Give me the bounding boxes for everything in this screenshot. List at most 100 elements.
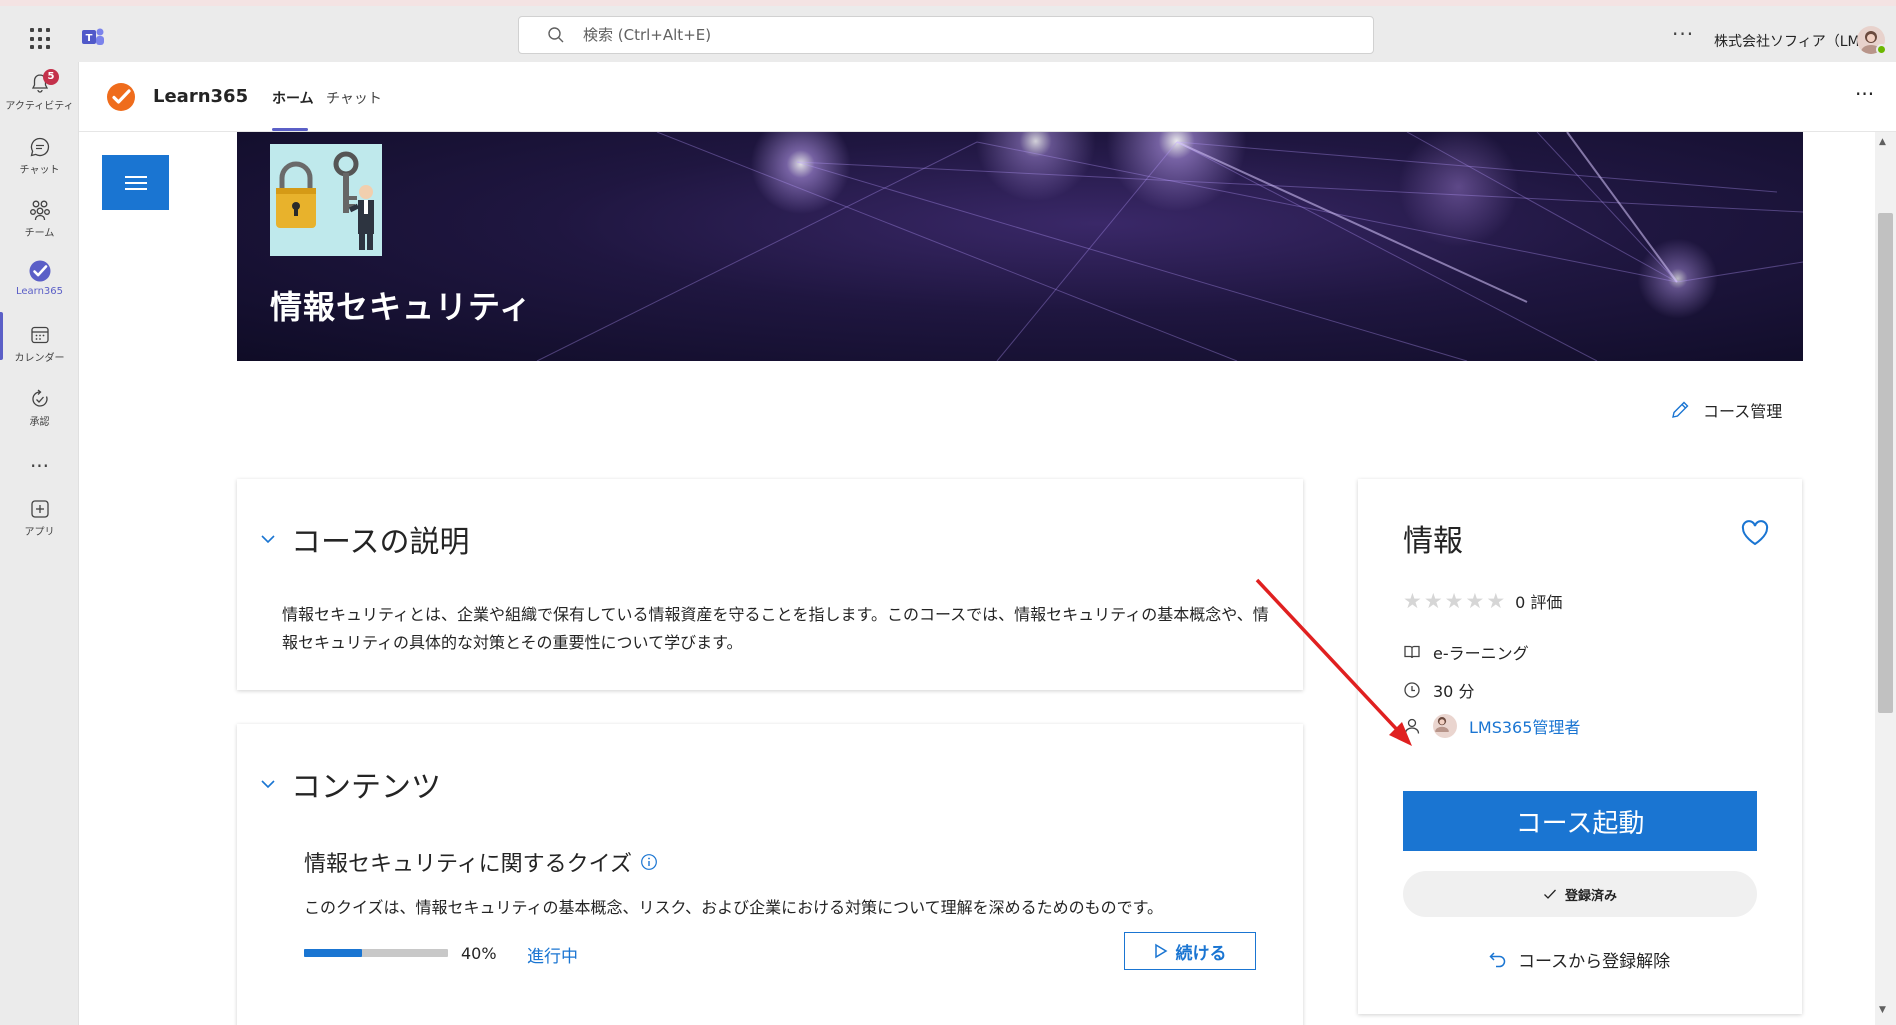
book-icon <box>1404 645 1420 659</box>
description-text: 情報セキュリティとは、企業や組織で保有している情報資産を守ることを指します。この… <box>282 605 1269 652</box>
description-heading: コースの説明 <box>291 525 470 560</box>
org-name[interactable]: 株式会社ソフィア（LM... <box>1714 31 1873 51</box>
star-icon: ★ <box>1423 588 1443 613</box>
menu-bar <box>124 181 147 184</box>
rail-item-chat[interactable]: チャット <box>0 136 79 176</box>
menu-bar <box>124 187 147 190</box>
rail-item-learn365[interactable]: Learn365 <box>0 259 79 297</box>
checkmark-icon <box>1544 889 1556 899</box>
quiz-title-text: 情報セキュリティに関するクイズ <box>304 852 633 877</box>
chevron-down-icon <box>261 780 275 789</box>
settings-more-icon[interactable]: ··· <box>1672 22 1694 46</box>
search-icon <box>548 27 564 43</box>
learn365-logo-icon <box>107 83 135 111</box>
course-duration: 30 分 <box>1433 682 1475 701</box>
active-tab-indicator <box>272 128 308 131</box>
undo-icon <box>1489 951 1506 967</box>
play-icon <box>1154 943 1167 959</box>
rail-label: チーム <box>24 228 55 239</box>
star-icon: ★ <box>1444 588 1464 613</box>
svg-text:T: T <box>86 33 93 44</box>
course-thumbnail <box>270 144 382 256</box>
chat-icon <box>30 137 49 157</box>
enrolled-label: 登録済み <box>1564 888 1617 904</box>
contents-heading: コンテンツ <box>291 770 441 805</box>
unenroll-link[interactable]: コースから登録解除 <box>1488 947 1670 972</box>
app-more-icon[interactable]: ··· <box>1855 82 1874 106</box>
unenroll-label: コースから登録解除 <box>1518 952 1671 972</box>
search-box[interactable] <box>518 16 1374 54</box>
scroll-up-arrow-icon[interactable]: ▲ <box>1879 137 1886 147</box>
course-manage-link[interactable]: コース管理 <box>1669 398 1782 422</box>
description-section-toggle[interactable]: コースの説明 <box>259 517 470 561</box>
apps-add-icon <box>30 500 49 518</box>
rail-item-teams[interactable]: チーム <box>0 199 79 239</box>
top-bar: T ··· 株式会社ソフィア（LM... <box>0 0 1896 62</box>
rail-item-apps[interactable]: アプリ <box>0 498 79 538</box>
rail-label: アクティビティ <box>5 101 74 112</box>
app-launcher-icon[interactable] <box>30 28 52 50</box>
search-input[interactable] <box>583 26 1283 44</box>
teams-logo-icon: T <box>82 28 104 45</box>
rail-item-activity[interactable]: 5 アクティビティ <box>0 69 79 112</box>
course-duration-row: 30 分 <box>1403 678 1474 702</box>
course-type: e-ラーニング <box>1433 644 1529 663</box>
star-icon: ★ <box>1486 588 1506 613</box>
star-icon: ★ <box>1465 588 1485 613</box>
rail-label: チャット <box>19 165 60 176</box>
enrolled-button[interactable]: 登録済み <box>1403 871 1757 917</box>
course-description-card: コースの説明 情報セキュリティとは、企業や組織で保有している情報資産を守ることを… <box>237 479 1303 690</box>
rail-item-approvals[interactable]: 承認 <box>0 388 79 428</box>
continue-button[interactable]: 続ける <box>1124 932 1256 970</box>
learn365-icon <box>29 260 50 282</box>
presence-available-icon <box>1876 44 1887 55</box>
rail-more-icon[interactable]: ··· <box>0 454 79 478</box>
edit-pencil-icon <box>1672 401 1689 418</box>
rail-label: Learn365 <box>15 286 64 297</box>
clock-icon <box>1404 682 1420 698</box>
quiz-progress-percent: 40% <box>461 944 497 963</box>
menu-bar <box>124 175 147 178</box>
rail-label: 承認 <box>29 417 50 428</box>
course-manage-label: コース管理 <box>1703 402 1783 421</box>
rail-item-calendar[interactable]: カレンダー <box>0 324 79 364</box>
chevron-down-icon <box>261 535 275 544</box>
scrollbar-thumb[interactable] <box>1878 213 1893 713</box>
calendar-icon <box>30 326 49 344</box>
course-info-card: 情報 ★ ★ ★ ★ ★ 0 評価 e-ラーニング 30 分 LMS365管理者… <box>1358 479 1802 1014</box>
quiz-progress-fill <box>304 949 362 957</box>
launch-course-button[interactable]: コース起動 <box>1403 791 1757 851</box>
course-owner-row: LMS365管理者 <box>1403 714 1580 738</box>
info-heading: 情報 <box>1403 524 1463 559</box>
tab-home[interactable]: ホーム <box>272 88 314 108</box>
tab-chat[interactable]: チャット <box>326 88 382 108</box>
rail-label: カレンダー <box>14 353 65 364</box>
continue-label: 続ける <box>1175 943 1227 964</box>
activity-badge: 5 <box>43 69 59 85</box>
hamburger-menu-button[interactable] <box>102 155 169 210</box>
course-banner: 情報セキュリティ <box>237 132 1803 361</box>
person-icon <box>1404 718 1420 734</box>
course-rating[interactable]: ★ ★ ★ ★ ★ 0 評価 <box>1403 589 1562 613</box>
app-header: Learn365 ホーム チャット ··· <box>79 62 1896 132</box>
main-content: 情報セキュリティ コース管理 コースの説明 情報セキュリティとは、企業や組織で保… <box>79 132 1875 1025</box>
quiz-progress-bar <box>304 949 448 957</box>
owner-link[interactable]: LMS365管理者 <box>1469 714 1580 738</box>
left-rail: 5 アクティビティ チャット チーム Learn365 カレンダー 承認 ···… <box>0 62 79 1025</box>
star-icon: ★ <box>1403 588 1422 613</box>
course-type-row: e-ラーニング <box>1403 640 1529 664</box>
scroll-down-arrow-icon[interactable]: ▼ <box>1879 1005 1886 1015</box>
teams-icon <box>29 200 50 221</box>
approvals-icon <box>31 389 48 407</box>
rating-text: 0 評価 <box>1515 593 1563 612</box>
info-icon[interactable] <box>640 853 658 871</box>
contents-section-toggle[interactable]: コンテンツ <box>259 762 441 806</box>
favorite-heart-icon[interactable] <box>1740 519 1770 547</box>
quiz-title: 情報セキュリティに関するクイズ <box>304 846 658 878</box>
quiz-description: このクイズは、情報セキュリティの基本概念、リスク、および企業における対策について… <box>304 898 1164 917</box>
owner-avatar <box>1433 714 1457 738</box>
contents-card: コンテンツ 情報セキュリティに関するクイズ このクイズは、情報セキュリティの基本… <box>237 724 1303 1025</box>
quiz-status: 進行中 <box>527 947 578 967</box>
padlock-key-illustration-icon <box>270 144 382 256</box>
rail-label: アプリ <box>24 527 55 538</box>
